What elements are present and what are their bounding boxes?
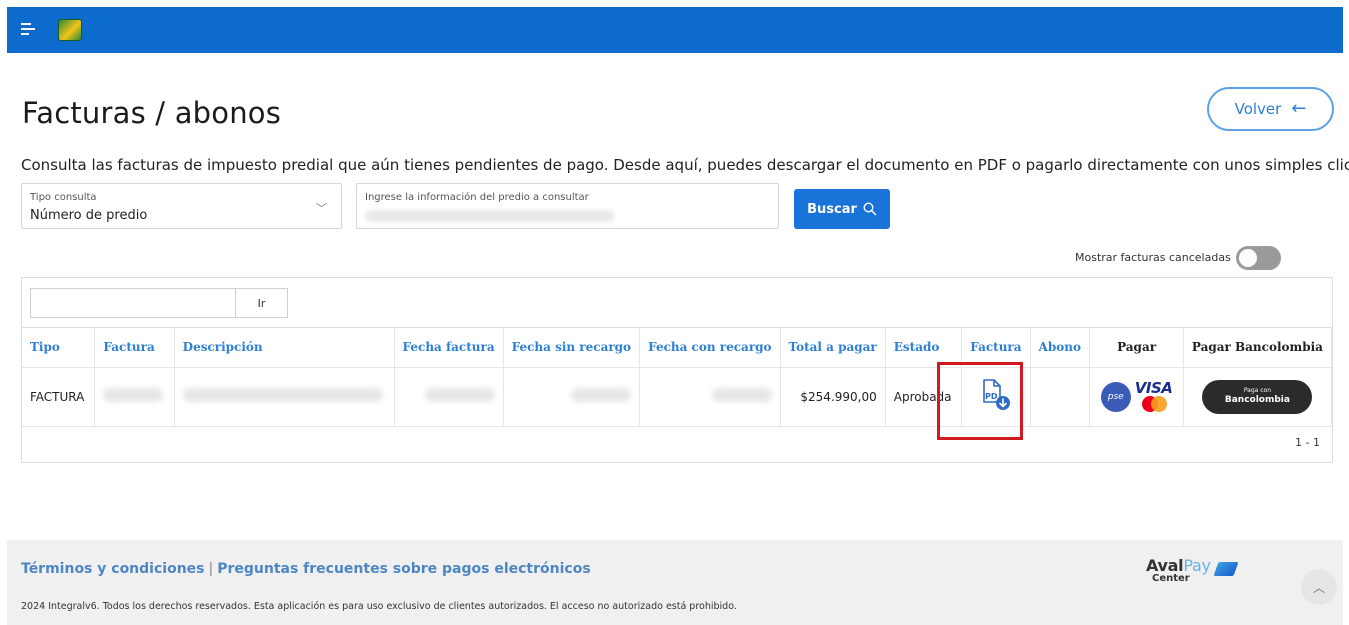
mastercard-icon <box>1140 396 1168 412</box>
redacted-due-date <box>571 388 632 402</box>
cell-total: $254.990,00 <box>780 366 886 427</box>
page-title: Facturas / abonos <box>22 96 282 130</box>
col-pagar-bancolombia[interactable]: Pagar Bancolombia <box>1183 328 1333 367</box>
scroll-to-top-button[interactable]: ︿ <box>1301 569 1337 605</box>
cell-pagar: pse VISA <box>1089 366 1184 427</box>
cell-tipo: FACTURA <box>22 366 96 427</box>
table-header-row: Tipo Factura Descripción Fecha factura F… <box>22 328 1333 367</box>
query-type-label: Tipo consulta <box>30 192 97 203</box>
redacted-invoice-number <box>103 388 164 402</box>
back-button[interactable]: Volver ← <box>1207 87 1334 131</box>
cell-abono <box>1030 366 1091 427</box>
municipality-logo[interactable] <box>58 19 82 41</box>
intro-text: Consulta las facturas de impuesto predia… <box>21 156 1349 174</box>
show-cancelled-toggle[interactable] <box>1236 246 1281 270</box>
cell-factura-pdf: PD <box>961 366 1031 427</box>
terms-link[interactable]: Términos y condiciones <box>21 561 204 577</box>
col-total[interactable]: Total a pagar <box>780 328 886 367</box>
property-query-input[interactable]: Ingrese la información del predio a cons… <box>356 183 779 229</box>
cell-descripcion <box>174 366 395 427</box>
cell-fecha-sin-recargo <box>503 366 641 427</box>
avalpay-logo: AvalPay Center <box>1146 556 1239 594</box>
toggle-knob <box>1239 249 1257 267</box>
search-button-label: Buscar <box>807 201 857 217</box>
redacted-description <box>182 388 383 402</box>
footer-links: Términos y condiciones | Preguntas frecuen… <box>21 561 591 577</box>
card-logos: VISA <box>1135 381 1173 412</box>
faq-link[interactable]: Preguntas frecuentes sobre pagos electró… <box>217 561 590 577</box>
redacted-query-value <box>365 210 615 222</box>
pse-visa-pay-button[interactable]: pse VISA <box>1098 381 1175 412</box>
redacted-invoice-date <box>424 388 495 402</box>
redacted-late-date <box>711 388 772 402</box>
chevron-up-icon: ︿ <box>1312 580 1325 595</box>
table-filter-row: Ir <box>22 278 1332 328</box>
visa-logo: VISA <box>1134 379 1173 397</box>
footer: Términos y condiciones | Preguntas frecuen… <box>7 540 1343 625</box>
col-factura-pdf[interactable]: Factura <box>961 328 1031 367</box>
table-filter-input[interactable] <box>30 288 235 318</box>
property-query-label: Ingrese la información del predio a cons… <box>365 192 589 203</box>
hamburger-menu-icon[interactable] <box>21 23 35 37</box>
chevron-down-icon: ﹀ <box>316 202 327 215</box>
footer-separator: | <box>208 561 214 577</box>
table-filter-go-button[interactable]: Ir <box>235 288 288 318</box>
query-type-value: Número de predio <box>30 208 148 223</box>
col-fecha-sin-recargo[interactable]: Fecha sin recargo <box>503 328 641 367</box>
bancolombia-small-label: Paga con <box>1243 387 1272 394</box>
show-cancelled-label: Mostrar facturas canceladas <box>1075 251 1231 264</box>
bancolombia-label: Bancolombia <box>1224 395 1290 405</box>
col-descripcion[interactable]: Descripción <box>174 328 395 367</box>
col-abono[interactable]: Abono <box>1030 328 1091 367</box>
cell-estado: Aprobada <box>885 366 963 427</box>
pdf-download-icon[interactable]: PD <box>978 378 1014 412</box>
back-button-label: Volver <box>1234 100 1282 118</box>
cell-pagar-bancolombia: Paga con Bancolombia <box>1183 366 1333 427</box>
svg-text:PD: PD <box>985 392 998 401</box>
query-type-select[interactable]: Tipo consulta Número de predio ﹀ <box>21 183 342 229</box>
cell-fecha-con-recargo <box>639 366 781 427</box>
col-tipo[interactable]: Tipo <box>22 328 96 367</box>
col-estado[interactable]: Estado <box>885 328 963 367</box>
search-icon <box>863 202 877 216</box>
col-pagar[interactable]: Pagar <box>1089 328 1184 367</box>
col-factura[interactable]: Factura <box>94 328 175 367</box>
cell-factura <box>94 366 175 427</box>
table-row: FACTURA $254.990,00 Aprobada PD pse VISA… <box>22 366 1333 427</box>
invoices-table: Ir Tipo Factura Descripción Fecha factur… <box>21 277 1333 463</box>
pse-logo: pse <box>1100 381 1131 412</box>
search-button[interactable]: Buscar <box>794 189 890 229</box>
footer-legal-text: 2024 Integralv6. Todos los derechos rese… <box>21 601 737 612</box>
col-fecha-factura[interactable]: Fecha factura <box>394 328 504 367</box>
bancolombia-pay-button[interactable]: Paga con Bancolombia <box>1202 379 1313 414</box>
invoices-grid: Tipo Factura Descripción Fecha factura F… <box>22 328 1333 427</box>
arrow-left-icon: ← <box>1291 98 1307 119</box>
col-fecha-con-recargo[interactable]: Fecha con recargo <box>639 328 781 367</box>
pagination-info: 1 - 1 <box>1295 436 1320 449</box>
cell-fecha-factura <box>394 366 504 427</box>
top-bar <box>7 7 1343 53</box>
